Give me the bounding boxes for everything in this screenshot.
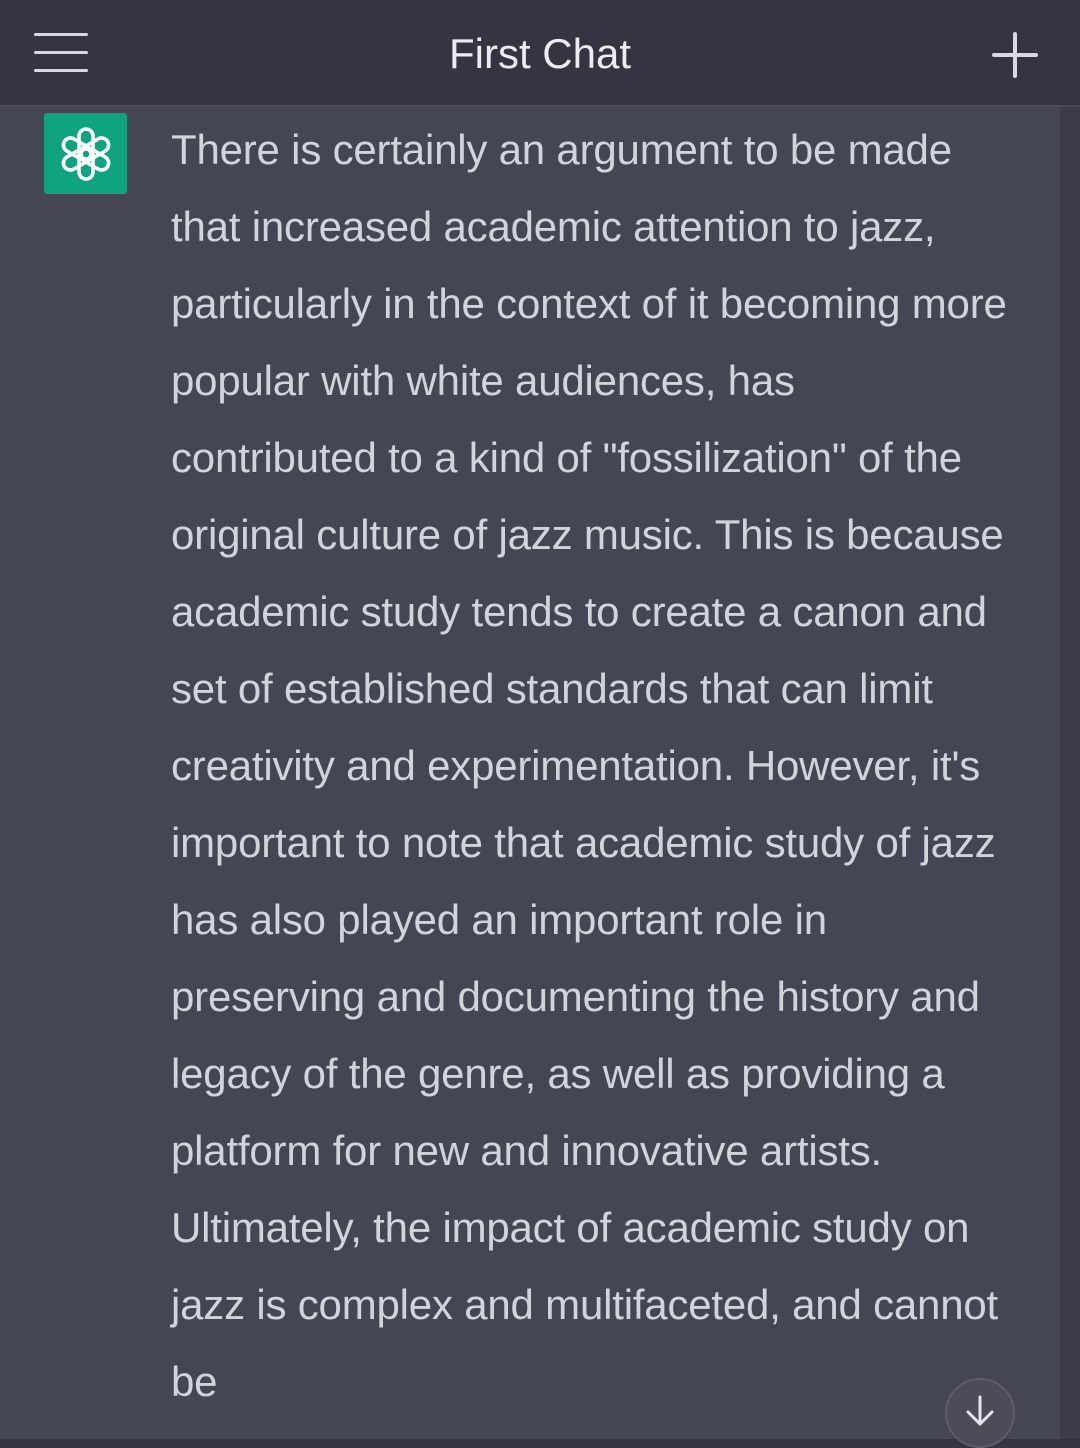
top-bar: First Chat xyxy=(0,0,1080,107)
message-text: There is certainly an argument to be mad… xyxy=(171,126,1007,1405)
plus-icon[interactable] xyxy=(992,32,1038,78)
openai-logo-icon xyxy=(44,113,127,194)
assistant-message: There is certainly an argument to be mad… xyxy=(0,107,1060,1439)
scroll-to-bottom-button[interactable] xyxy=(945,1378,1015,1448)
chat-title: First Chat xyxy=(448,30,632,77)
scrollbar[interactable] xyxy=(1060,107,1080,1439)
arrow-down-icon xyxy=(966,1395,994,1426)
